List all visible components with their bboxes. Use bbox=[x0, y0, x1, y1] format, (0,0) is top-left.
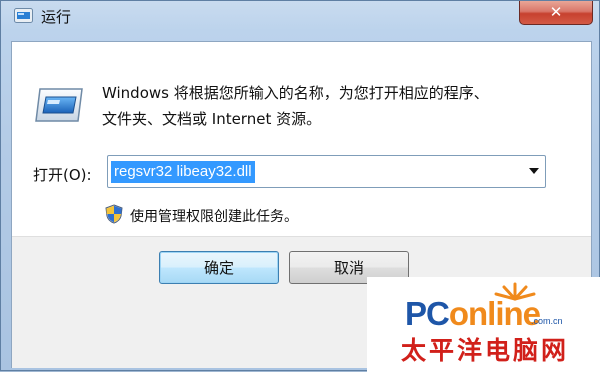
dialog-content: Windows 将根据您所输入的名称，为您打开相应的程序、 文件夹、文档或 In… bbox=[12, 42, 591, 236]
watermark-brand-blue: PC bbox=[405, 295, 450, 332]
ok-button[interactable]: 确定 bbox=[159, 251, 279, 284]
description-line-1: Windows 将根据您所输入的名称，为您打开相应的程序、 bbox=[102, 84, 489, 102]
uac-shield-icon bbox=[105, 204, 123, 224]
run-program-icon bbox=[34, 86, 84, 124]
chevron-down-icon[interactable] bbox=[529, 168, 539, 174]
window-title: 运行 bbox=[41, 8, 72, 26]
open-input[interactable]: regsvr32 libeay32.dll bbox=[111, 161, 255, 183]
watermark-logo: PConline bbox=[405, 295, 541, 333]
open-label: 打开(O): bbox=[33, 166, 92, 184]
close-button[interactable]: ✕ bbox=[519, 1, 593, 25]
pconline-watermark: PConline .com.cn 太平洋电脑网 bbox=[367, 277, 600, 372]
admin-privilege-note: 使用管理权限创建此任务。 bbox=[130, 209, 298, 225]
open-combobox[interactable]: regsvr32 libeay32.dll bbox=[107, 155, 546, 188]
run-dialog-window: 运行 ✕ Windows 将根据您所输入的名称，为您打开相应的程序、 文件夹、文… bbox=[0, 0, 600, 372]
watermark-chinese-name: 太平洋电脑网 bbox=[401, 336, 570, 365]
watermark-domain: .com.cn bbox=[531, 316, 563, 326]
close-icon: ✕ bbox=[549, 3, 563, 21]
watermark-brand-orange: online bbox=[448, 295, 541, 332]
description-line-2: 文件夹、文档或 Internet 资源。 bbox=[102, 110, 322, 128]
run-icon bbox=[14, 8, 33, 23]
title-bar[interactable]: 运行 ✕ bbox=[1, 1, 600, 31]
